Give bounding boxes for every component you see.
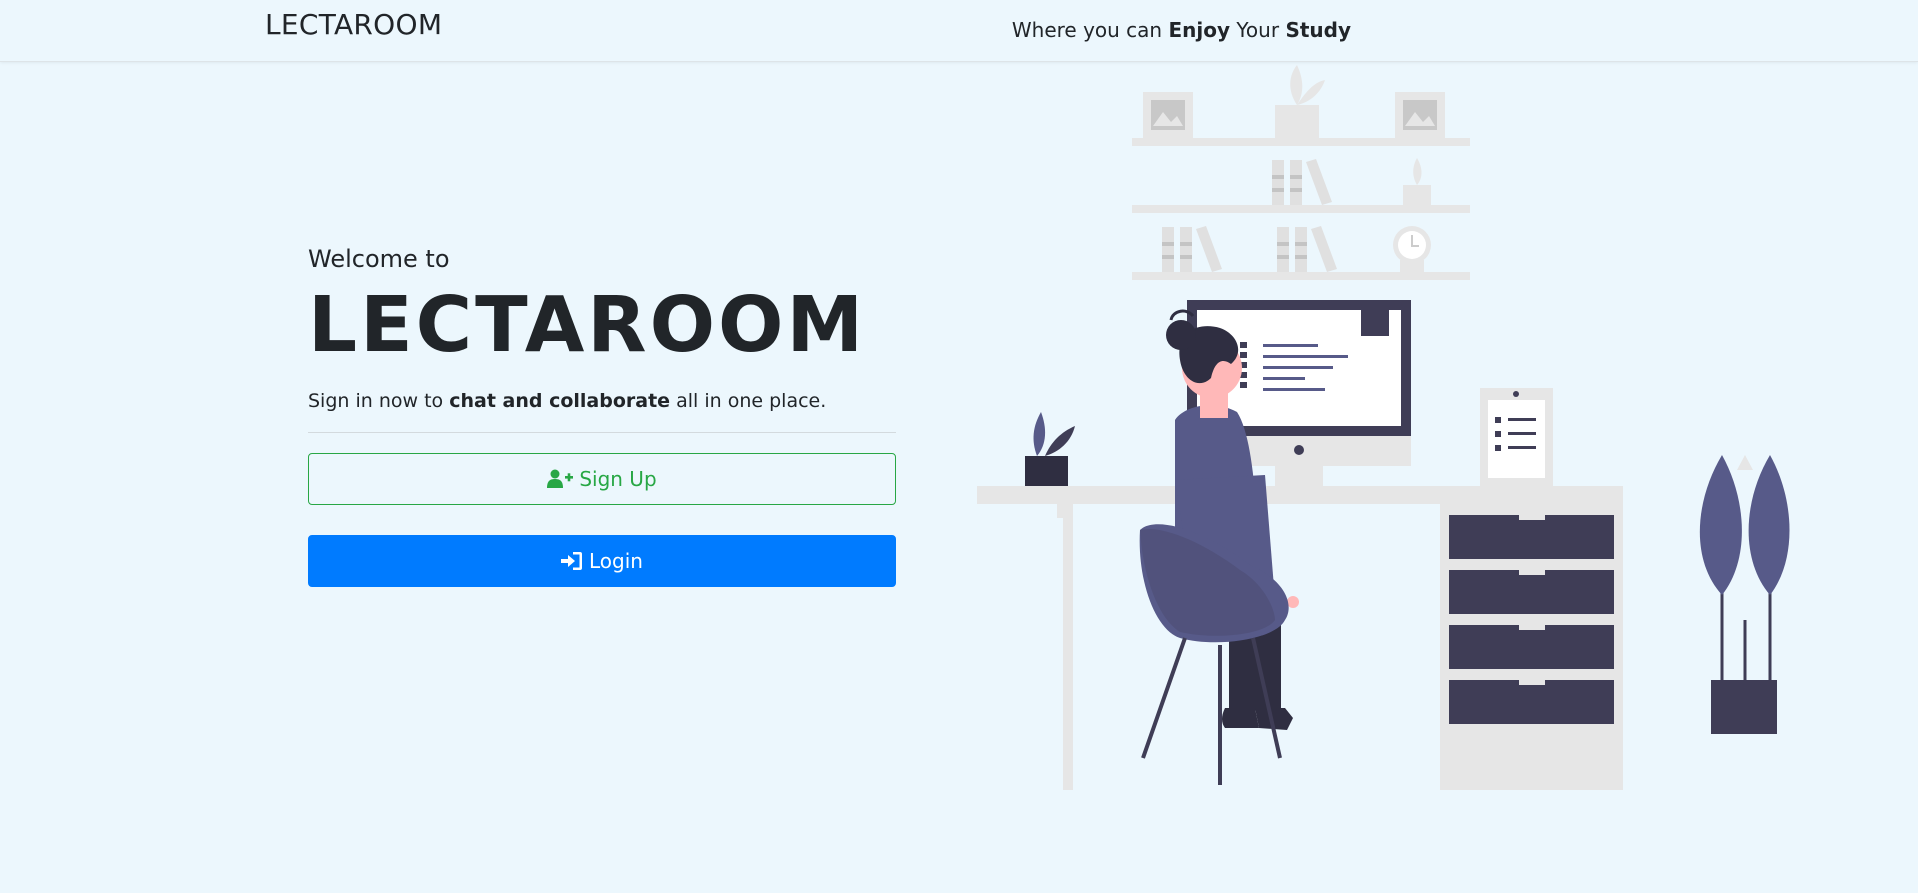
lead-text-1: Sign in now to [308, 390, 450, 412]
desk-illustration [975, 60, 1795, 798]
tagline-text-1: Where you can [1011, 18, 1169, 42]
lead-text: Sign in now to chat and collaborate all … [308, 390, 896, 412]
user-plus-icon [547, 469, 574, 489]
hero-section: Welcome to LECTAROOM Sign in now to chat… [308, 245, 896, 587]
top-navbar: LECTAROOM Where you can Enjoy Your Study [0, 0, 1918, 62]
login-button[interactable]: Login [308, 535, 896, 587]
login-label: Login [589, 549, 643, 573]
sign-up-label: Sign Up [579, 467, 657, 491]
welcome-text: Welcome to [308, 245, 450, 273]
sign-in-icon [561, 551, 583, 571]
illustration-svg [977, 65, 1790, 798]
lead-text-2: all in one place. [670, 390, 827, 412]
tagline-text-2: Your [1230, 18, 1286, 42]
sign-up-button[interactable]: Sign Up [308, 453, 896, 505]
tagline-bold-2: Study [1285, 18, 1351, 42]
page-title: LECTAROOM [308, 281, 867, 370]
navbar-brand[interactable]: LECTAROOM [265, 8, 442, 41]
lead-bold: chat and collaborate [449, 390, 671, 412]
tagline-bold-1: Enjoy [1168, 18, 1231, 42]
navbar-tagline: Where you can Enjoy Your Study [1012, 18, 1351, 42]
divider [308, 432, 896, 433]
